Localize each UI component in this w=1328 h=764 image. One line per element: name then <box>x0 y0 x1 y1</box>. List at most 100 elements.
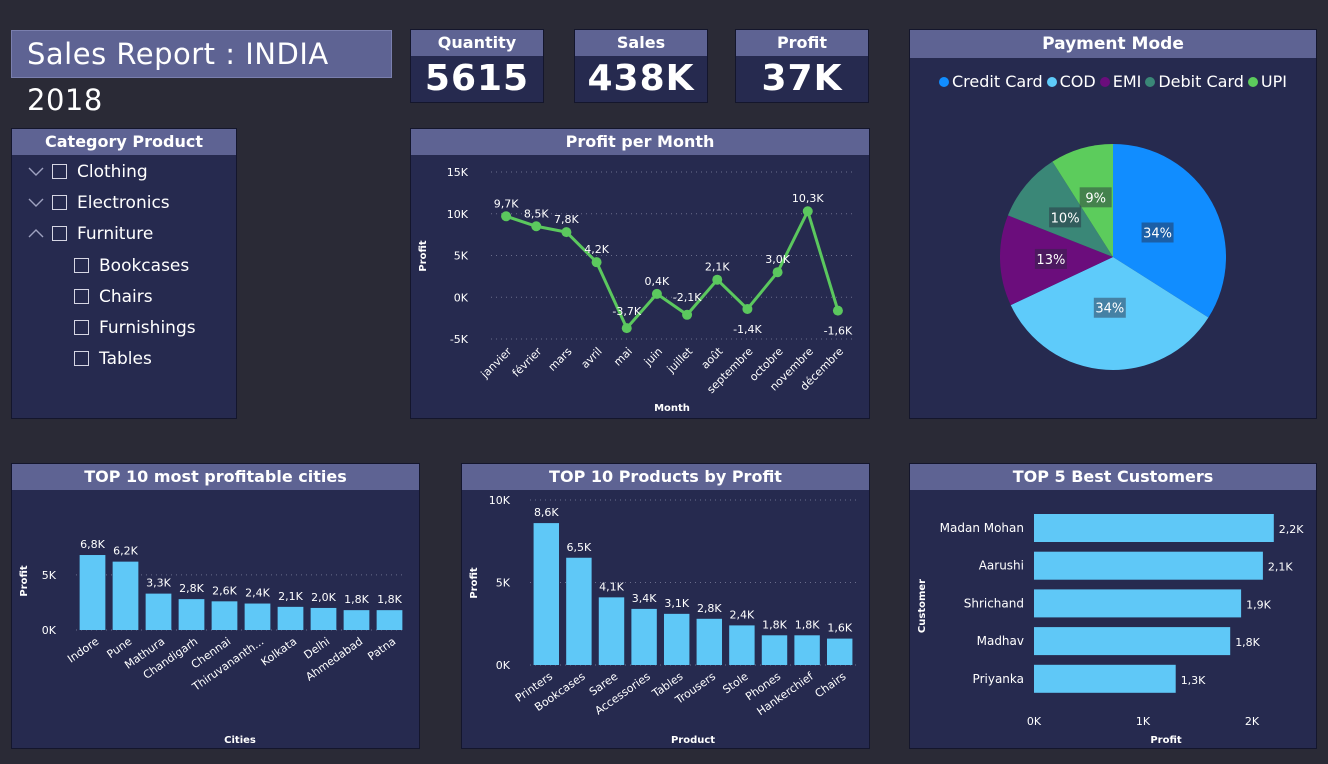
bar <box>729 625 755 665</box>
y-tick-label: 0K <box>496 659 511 672</box>
slicer-item-label: Furnishings <box>99 318 196 338</box>
kpi-sales-label: Sales <box>575 30 707 56</box>
x-tick-label: Kolkata <box>259 635 300 669</box>
kpi-quantity-value: 5615 <box>424 58 530 99</box>
slicer-item-label: Clothing <box>77 162 148 182</box>
checkbox[interactable] <box>74 288 89 304</box>
bar <box>1034 589 1242 618</box>
x-axis-label: Profit <box>1150 735 1182 746</box>
legend-marker <box>1046 77 1057 87</box>
checkbox[interactable] <box>74 320 89 335</box>
category-label: Aarushi <box>979 559 1024 573</box>
checkbox[interactable] <box>52 226 67 242</box>
data-label: 2,1K <box>1268 561 1293 574</box>
data-label: 4,1K <box>599 580 624 593</box>
data-point <box>621 323 632 334</box>
legend-item[interactable]: EMI <box>1099 72 1142 91</box>
legend-item[interactable]: UPI <box>1247 72 1287 91</box>
bar <box>598 597 625 665</box>
data-label: 3,4K <box>632 592 657 605</box>
bar <box>310 607 337 630</box>
legend-label: COD <box>1059 72 1096 91</box>
slicer-item-furniture[interactable]: Furniture <box>12 222 236 246</box>
data-label: 3,3K <box>146 577 171 590</box>
bar <box>277 606 304 630</box>
bar <box>663 613 690 665</box>
chevron-down-icon[interactable] <box>27 160 45 184</box>
data-label: 1,8K <box>1235 636 1260 649</box>
data-label: 3,0K <box>765 253 790 266</box>
slicer-item-tables[interactable]: Tables <box>12 347 236 371</box>
kpi-quantity-card: Quantity 5615 <box>410 29 544 103</box>
x-tick-label: juin <box>641 345 665 369</box>
slicer-item-clothing[interactable]: Clothing <box>12 160 236 184</box>
legend-marker <box>1247 77 1258 87</box>
x-tick-label: février <box>510 345 545 380</box>
category-label: Madan Mohan <box>940 521 1024 535</box>
slice-label: 34% <box>1095 302 1124 317</box>
x-tick-label: 0K <box>1027 715 1042 728</box>
report-title: Sales Report : INDIA 2018 <box>11 30 392 117</box>
slicer-item-chairs[interactable]: Chairs <box>12 285 236 309</box>
x-axis-label: Cities <box>224 735 256 746</box>
legend-label: Credit Card <box>951 72 1043 91</box>
y-tick-label: -5K <box>450 333 469 346</box>
chart-title: Profit per Month <box>411 129 869 155</box>
data-label: 1,8K <box>795 618 820 631</box>
slicer-item-bookcases[interactable]: Bookcases <box>12 254 236 278</box>
data-point <box>712 274 723 285</box>
slicer-item-label: Chairs <box>99 286 153 307</box>
bar <box>376 610 403 630</box>
kpi-quantity-label: Quantity <box>411 30 543 56</box>
profit-line <box>505 209 840 330</box>
x-tick-label: juillet <box>664 344 696 376</box>
bar <box>145 593 172 630</box>
legend-label: EMI <box>1112 72 1142 91</box>
legend-label: UPI <box>1260 72 1287 91</box>
slicer-item-label: Electronics <box>77 193 170 214</box>
chart-title: TOP 10 Products by Profit <box>462 464 869 490</box>
y-axis-label: Profit <box>418 240 429 272</box>
x-tick-label: août <box>699 344 726 371</box>
data-label: 2,4K <box>730 608 755 621</box>
bar <box>244 603 271 630</box>
checkbox[interactable] <box>74 351 89 367</box>
pie-legend: Credit Card COD EMI Debit Card UPI <box>910 72 1316 91</box>
products-bar-svg: 0K5K10KProfitProduct8,6KPrinters6,5KBook… <box>469 494 856 746</box>
data-label: 4,2K <box>584 243 609 256</box>
checkbox[interactable] <box>52 195 67 211</box>
y-axis-label: Profit <box>19 565 30 597</box>
bar <box>178 599 205 630</box>
legend-marker <box>1099 77 1110 87</box>
top-products-chart: TOP 10 Products by Profit 0K 5K 10K Profit P… <box>461 463 870 749</box>
legend-item[interactable]: Debit Card <box>1145 72 1244 91</box>
bar <box>1034 551 1263 580</box>
x-tick-label: 2K <box>1245 715 1260 728</box>
data-label: 1,8K <box>344 593 369 606</box>
data-point <box>531 221 542 232</box>
category-slicer-title: Category Product <box>12 129 236 155</box>
checkbox[interactable] <box>74 257 89 273</box>
slicer-item-label: Tables <box>99 349 152 370</box>
legend-marker <box>938 77 949 87</box>
y-tick-label: 15K <box>447 166 469 179</box>
legend-item[interactable]: COD <box>1046 72 1096 91</box>
checkbox[interactable] <box>52 164 67 179</box>
data-label: 2,0K <box>311 591 336 604</box>
slice-label: 34% <box>1143 227 1172 242</box>
kpi-profit-label: Profit <box>736 30 868 56</box>
bar <box>211 601 238 630</box>
legend-item[interactable]: Credit Card <box>938 72 1043 91</box>
slice-label: 13% <box>1036 253 1065 268</box>
chevron-up-icon[interactable] <box>27 222 45 246</box>
slicer-item-electronics[interactable]: Electronics <box>12 191 236 215</box>
bar <box>566 557 592 665</box>
x-tick-label: Indore <box>65 635 101 666</box>
legend-marker <box>1145 77 1156 87</box>
slicer-item-furnishings[interactable]: Furnishings <box>12 316 236 340</box>
data-label: 2,8K <box>697 602 722 615</box>
data-label: 1,8K <box>762 618 787 631</box>
pie-chart-svg: 34% 34% 13% 10% 9% <box>1000 144 1226 371</box>
data-label: 2,6K <box>212 584 237 597</box>
chevron-down-icon[interactable] <box>27 191 45 215</box>
